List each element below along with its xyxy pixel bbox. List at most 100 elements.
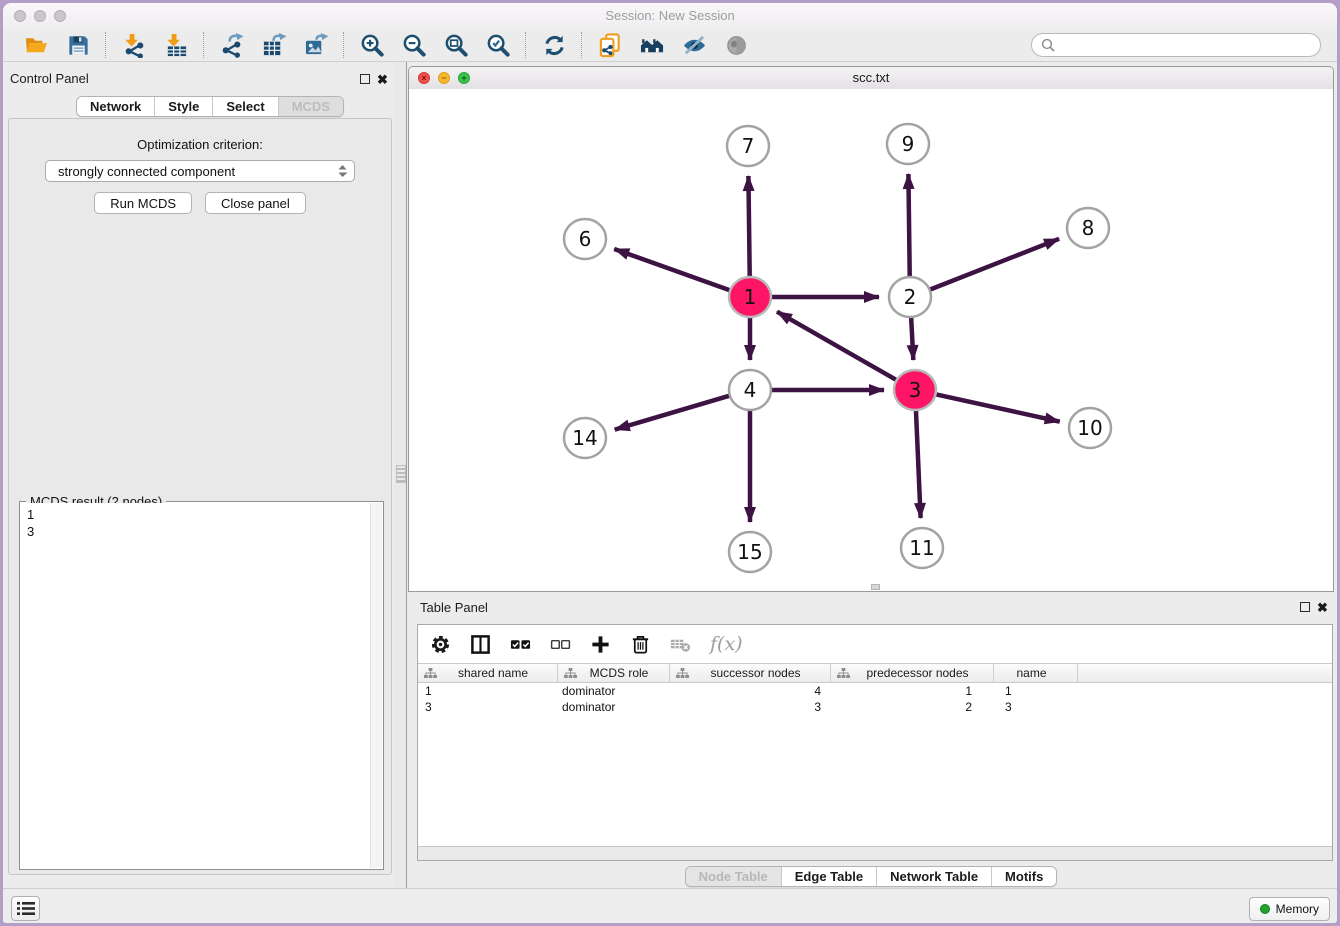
column-visibility-icon[interactable] (470, 634, 491, 655)
table-body: 1dominator4113dominator323 (418, 683, 1332, 715)
edge-3-1[interactable] (777, 312, 898, 381)
table-row[interactable]: 1dominator411 (418, 683, 1332, 699)
zoom-out-icon[interactable] (398, 31, 430, 59)
table-cell[interactable]: 3 (670, 700, 831, 714)
node-1[interactable]: 1 (729, 277, 771, 317)
splitter-grip[interactable] (396, 465, 406, 483)
search-input[interactable] (1061, 37, 1311, 54)
tab-network[interactable]: Network (77, 97, 154, 116)
table-cell[interactable]: dominator (558, 700, 670, 714)
close-panel-button[interactable]: Close panel (205, 192, 306, 214)
toolbar-separator (343, 32, 345, 58)
column-header-predecessor-nodes[interactable]: predecessor nodes (831, 664, 994, 682)
table-cell[interactable]: 1 (831, 684, 994, 698)
tab-motifs[interactable]: Motifs (991, 867, 1056, 886)
node-14[interactable]: 14 (564, 418, 606, 458)
refresh-icon[interactable] (538, 31, 570, 59)
node-7[interactable]: 7 (727, 126, 769, 166)
criterion-select[interactable]: strongly connected component (45, 160, 355, 182)
edge-4-14[interactable] (615, 395, 731, 429)
show-all-icon[interactable] (720, 31, 752, 59)
export-table-icon[interactable] (258, 31, 290, 59)
edge-1-6[interactable] (614, 249, 731, 291)
export-image-icon[interactable] (300, 31, 332, 59)
table-row[interactable]: 3dominator323 (418, 699, 1332, 715)
table-panel-close-icon[interactable]: ✖ (1317, 601, 1328, 614)
network-canvas[interactable]: 7 9 6 8 1 2 4 3 14 10 15 11 (409, 89, 1333, 591)
column-header-successor-nodes[interactable]: successor nodes (670, 664, 831, 682)
edge-1-7[interactable] (748, 176, 749, 278)
table-cell[interactable]: 1 (994, 684, 1078, 698)
tab-edge-table[interactable]: Edge Table (781, 867, 876, 886)
node-9[interactable]: 9 (887, 124, 929, 164)
table-panel-float-icon[interactable] (1300, 602, 1310, 612)
table-settings-icon[interactable] (430, 634, 451, 655)
node-3[interactable]: 3 (894, 370, 936, 410)
column-header-shared-name[interactable]: shared name (418, 664, 558, 682)
node-4[interactable]: 4 (729, 370, 771, 410)
export-network-icon[interactable] (216, 31, 248, 59)
node-6[interactable]: 6 (564, 219, 606, 259)
import-table-icon[interactable] (160, 31, 192, 59)
show-panels-button[interactable] (11, 896, 40, 921)
edge-2-9[interactable] (908, 174, 909, 278)
zoom-in-icon[interactable] (356, 31, 388, 59)
svg-text:9: 9 (902, 132, 915, 156)
table-cell[interactable]: 4 (670, 684, 831, 698)
zoom-fit-icon[interactable] (440, 31, 472, 59)
run-mcds-button[interactable]: Run MCDS (94, 192, 192, 214)
node-8[interactable]: 8 (1067, 208, 1109, 248)
criterion-select-value: strongly connected component (58, 164, 337, 179)
zoom-selected-icon[interactable] (482, 31, 514, 59)
tab-mcds[interactable]: MCDS (278, 97, 343, 116)
node-11[interactable]: 11 (901, 528, 943, 568)
mcds-result-text[interactable]: 13 (21, 503, 382, 868)
first-neighbors-icon[interactable] (636, 31, 668, 59)
tab-network-table[interactable]: Network Table (876, 867, 991, 886)
clone-network-icon[interactable] (594, 31, 626, 59)
tab-style[interactable]: Style (154, 97, 212, 116)
delete-column-icon[interactable] (630, 634, 651, 655)
node-15[interactable]: 15 (729, 532, 771, 572)
table-cell[interactable]: 2 (831, 700, 994, 714)
tab-node-table[interactable]: Node Table (686, 867, 781, 886)
table-cell[interactable]: 3 (994, 700, 1078, 714)
app-titlebar: Session: New Session (3, 3, 1337, 30)
column-header-name[interactable]: name (994, 664, 1078, 682)
node-10[interactable]: 10 (1069, 408, 1111, 448)
column-header-mcds-role[interactable]: MCDS role (558, 664, 670, 682)
control-panel-float-icon[interactable] (360, 74, 370, 84)
table-cell[interactable]: 3 (418, 700, 558, 714)
node-2[interactable]: 2 (889, 277, 931, 317)
add-column-icon[interactable] (590, 634, 611, 655)
mcds-panel: Optimization criterion: strongly connect… (8, 118, 392, 875)
panel-splitter[interactable] (394, 62, 407, 888)
memory-button[interactable]: Memory (1249, 897, 1330, 921)
edge-2-8[interactable] (929, 239, 1059, 290)
optimization-criterion-label: Optimization criterion: (9, 137, 391, 152)
tab-select[interactable]: Select (212, 97, 277, 116)
table-toolbar: f(x) (418, 625, 1332, 663)
unselect-all-icon[interactable] (550, 634, 571, 655)
edge-3-11[interactable] (916, 409, 921, 518)
search-field[interactable] (1031, 33, 1321, 57)
select-all-icon[interactable] (510, 634, 531, 655)
open-session-icon[interactable] (20, 31, 52, 59)
hide-selected-icon[interactable] (678, 31, 710, 59)
edge-3-10[interactable] (935, 394, 1060, 422)
edge-2-3[interactable] (911, 316, 913, 360)
svg-text:2: 2 (904, 285, 917, 309)
result-scrollbar[interactable] (370, 503, 382, 868)
status-bar: Memory (3, 888, 1337, 923)
network-resize-grip[interactable] (871, 584, 880, 590)
import-network-icon[interactable] (118, 31, 150, 59)
table-cell[interactable]: 1 (418, 684, 558, 698)
control-panel-close-icon[interactable]: ✖ (377, 73, 388, 86)
save-session-icon[interactable] (62, 31, 94, 59)
network-window-title: scc.txt (409, 70, 1333, 85)
table-horizontal-scrollbar[interactable] (418, 846, 1332, 860)
delete-table-icon (670, 634, 691, 655)
network-window-titlebar[interactable]: × − + scc.txt (409, 67, 1333, 90)
svg-text:1: 1 (744, 285, 757, 309)
table-cell[interactable]: dominator (558, 684, 670, 698)
